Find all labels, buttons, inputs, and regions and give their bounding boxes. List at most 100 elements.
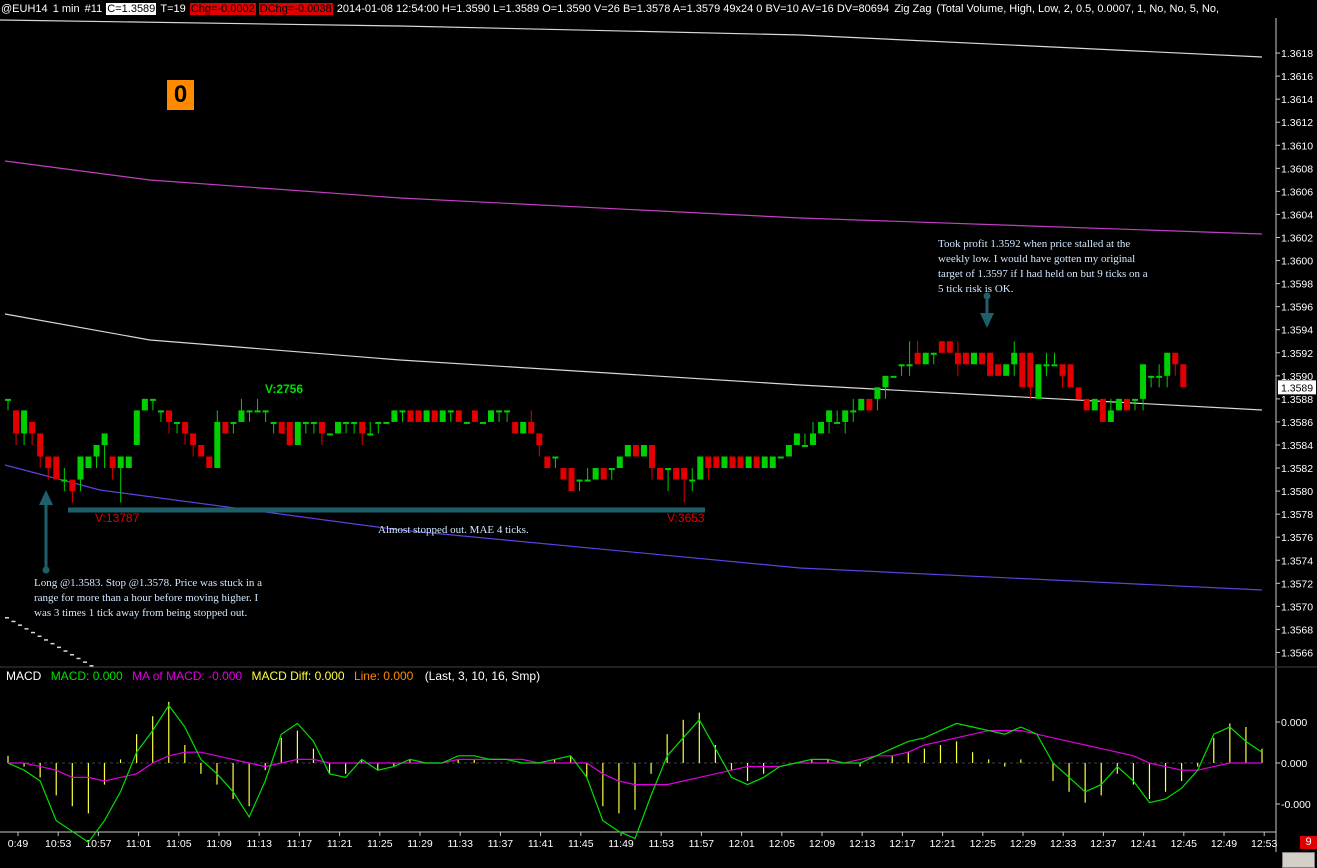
time-tick-label: 12:25 [970, 838, 996, 850]
candle-body [101, 433, 108, 445]
price-tick-label: 1.3566 [1281, 647, 1313, 659]
axes-layer: 1.3566 1.3568 1.3570 1.3572 1.3574 1.3576 1.35… [0, 18, 1317, 852]
candle-body [600, 468, 607, 480]
lower-white-tail-dash [63, 650, 68, 652]
channel-lines-layer [0, 19, 1263, 667]
trading-chart[interactable]: 1.3566 1.3568 1.3570 1.3572 1.3574 1.3576 1.35… [0, 0, 1317, 868]
candle-body [61, 479, 68, 482]
current-price-label: 1.3589 [1281, 382, 1313, 394]
macd-legend-ma: MA of MACD: -0.000 [132, 669, 242, 683]
volume-label-low-2: V:3653 [667, 511, 705, 525]
status-chip[interactable]: 9 [1300, 836, 1317, 849]
candle-body [1051, 364, 1058, 367]
macd-tick-label: 0.000 [1281, 717, 1307, 729]
lower-white-tail-dash [83, 661, 87, 663]
scrollbar-thumb[interactable] [1282, 852, 1315, 868]
candle-body [214, 421, 221, 469]
candle-body [93, 444, 100, 457]
lower-white-tail-dash [57, 646, 61, 649]
price-tick-label: 1.3592 [1281, 348, 1313, 360]
candle-body [174, 421, 181, 424]
time-tick-label: 12:49 [1211, 838, 1237, 850]
price-tick-label: 1.3608 [1281, 163, 1313, 175]
candle-body [858, 398, 865, 411]
candle-body [238, 410, 245, 422]
candle-body [1091, 398, 1098, 411]
candle-body [512, 421, 519, 434]
time-tick-label: 12:01 [728, 838, 754, 850]
upper-magenta-channel [4, 160, 1263, 235]
candle-body [632, 444, 639, 457]
candle-body [496, 410, 503, 413]
volume-label-high: V:2756 [265, 382, 303, 396]
candle-body [447, 410, 454, 413]
candle-body [834, 421, 841, 424]
candle-body [874, 387, 881, 399]
time-tick-label: 12:29 [1010, 838, 1036, 850]
candle-body [359, 421, 366, 434]
time-tick-label: 11:33 [447, 838, 473, 850]
price-tick-label: 1.3568 [1281, 624, 1313, 636]
candle-body [149, 398, 156, 401]
time-tick-label: 11:25 [367, 838, 393, 850]
macd-legend-diff: MACD Diff: 0.000 [251, 669, 344, 683]
candle-body [987, 352, 994, 376]
candle-body [1107, 410, 1114, 422]
candle-body [826, 410, 833, 422]
candle-body [504, 410, 511, 413]
candle-body [85, 456, 92, 469]
time-tick-label: 12:45 [1171, 838, 1197, 850]
time-tick-label: 10:57 [85, 838, 111, 850]
candle-body [439, 410, 446, 422]
candle-body [182, 421, 189, 434]
entry-arrow-tail [42, 566, 50, 574]
candle-body [592, 468, 599, 480]
candle-body [568, 468, 575, 492]
price-tick-label: 1.3598 [1281, 279, 1313, 291]
candle-body [930, 352, 937, 355]
exit-arrow-head [980, 313, 994, 328]
time-tick-label: 12:21 [929, 838, 955, 850]
candle-body [1019, 352, 1026, 388]
candle-body [367, 433, 374, 436]
upper-white-channel [0, 19, 1263, 58]
price-tick-label: 1.3574 [1281, 555, 1313, 567]
candle-body [729, 456, 736, 469]
candle-body [962, 352, 969, 365]
time-tick-label: 11:45 [568, 838, 594, 850]
price-tick-label: 1.3606 [1281, 186, 1313, 198]
candle-body [351, 421, 358, 424]
candle-body [254, 410, 261, 413]
candle-body [166, 410, 172, 422]
macd-legend: MACD MACD: 0.000 MA of MACD: -0.000 MACD… [6, 669, 540, 683]
candle-body [270, 421, 277, 424]
lower-white-tail-dash [50, 642, 55, 645]
candle-body [681, 468, 688, 480]
candle-body [1123, 398, 1130, 411]
candle-body [133, 410, 140, 445]
candle-body [246, 410, 253, 413]
candle-body [471, 410, 478, 422]
candle-body [649, 444, 655, 469]
candle-body [793, 433, 800, 445]
entry-note-line: was 3 times 1 tick away from being stopp… [34, 607, 247, 619]
macd-tick-label: 0.000 [1281, 758, 1307, 770]
candle-body [818, 421, 825, 434]
candle-body [608, 468, 615, 471]
horizontal-scrollbar[interactable] [0, 852, 1317, 868]
lower-white-tail-dash [11, 620, 16, 623]
candle-body [1132, 398, 1138, 401]
candle-body [13, 410, 20, 434]
candle-body [1035, 364, 1042, 399]
lower-white-tail-dash [37, 635, 42, 637]
lower-white-tail-dash [44, 639, 48, 641]
candle-body [335, 421, 342, 434]
time-tick-label: 11:53 [648, 838, 674, 850]
candle-body [906, 364, 913, 367]
price-tick-label: 1.3602 [1281, 232, 1313, 244]
candle-body [576, 479, 583, 482]
candle-body [109, 456, 116, 469]
candle-body [536, 433, 543, 445]
candle-body [697, 456, 704, 480]
candle-body [584, 479, 591, 482]
